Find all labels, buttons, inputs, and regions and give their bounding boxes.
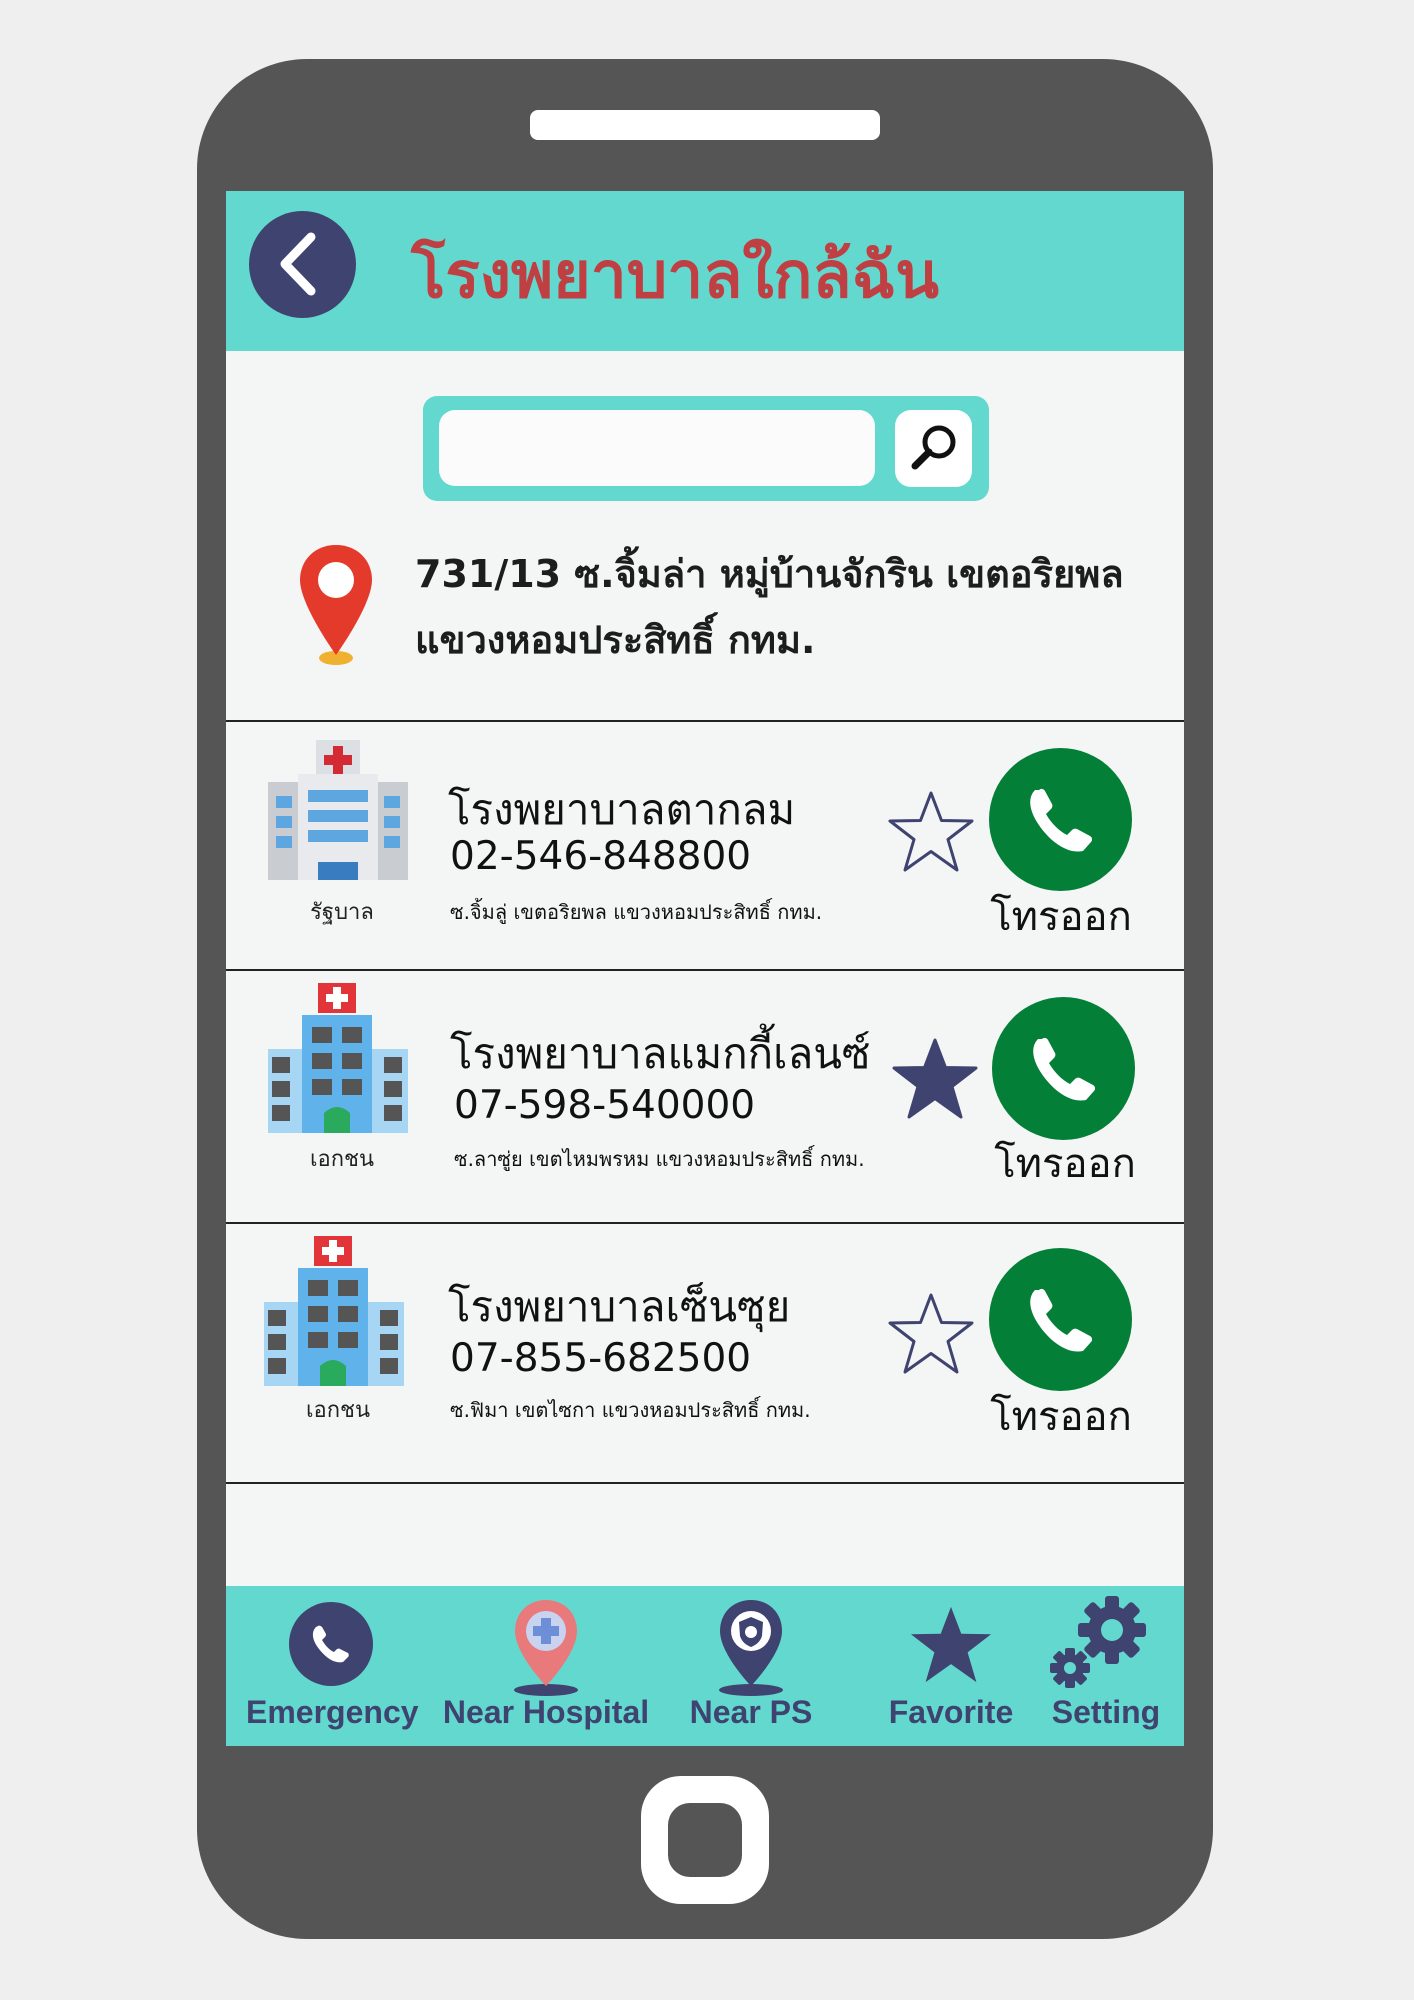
hospital-phone: 07-855-682500	[450, 1336, 752, 1381]
hospital-card[interactable]: รัฐบาล โรงพยาบาลตากลม 02-546-848800 ซ.จิ…	[226, 722, 1184, 967]
search-button[interactable]	[895, 410, 972, 487]
page-title: โรงพยาบาลใกล้ฉัน	[411, 239, 939, 313]
phone-icon	[1033, 1037, 1096, 1101]
hospital-phone: 02-546-848800	[450, 834, 752, 879]
hospital-phone: 07-598-540000	[454, 1083, 756, 1128]
hospital-address: ซ.ลาซู่ย เขตไหมพรหม แขวงหอมประสิทธิ์ กทม…	[454, 1147, 865, 1171]
hospital-card[interactable]: เอกชน โรงพยาบาลเซ็นซุย 07-855-682500 ซ.ฟ…	[226, 1224, 1184, 1474]
private-hospital-icon	[264, 1236, 404, 1386]
police-pin-icon	[719, 1600, 783, 1696]
nav-emergency[interactable]: Emergency	[246, 1586, 419, 1746]
home-button[interactable]	[641, 1776, 769, 1904]
current-address: 731/13 ซ.จิ้มล่า หมู่บ้านจักริน เขตอริยพ…	[415, 552, 1124, 662]
nav-favorite[interactable]: Favorite	[866, 1586, 1036, 1746]
hospital-address: ซ.ฟิมา เขตไซกา แขวงหอมประสิทธิ์ กทม.	[450, 1398, 811, 1422]
favorite-star-icon[interactable]	[886, 790, 976, 876]
chevron-left-icon	[280, 232, 316, 296]
call-button[interactable]	[989, 748, 1132, 891]
hospital-address: ซ.จิ้มลู่ เขตอริยพล แขวงหอมประสิทธิ์ กทม…	[450, 900, 823, 924]
hospital-type: เอกชน	[309, 1147, 375, 1172]
favorite-star-icon[interactable]	[886, 1292, 976, 1378]
call-label[interactable]: โทรออก	[980, 1131, 1150, 1195]
nav-label: Near Hospital	[442, 1694, 650, 1730]
nav-near-ps[interactable]: Near PS	[666, 1586, 836, 1746]
home-button-inner	[668, 1803, 742, 1877]
phone-icon	[289, 1602, 373, 1686]
bottom-nav: Emergency Near Hospital Near PS Favorite…	[226, 1586, 1184, 1746]
gear-icon	[1050, 1596, 1146, 1688]
app-screen: โรงพยาบาลใกล้ฉัน 731/13 ซ.จิ้มล่า หมู่บ้…	[226, 191, 1184, 1746]
nav-label: Setting	[1051, 1694, 1161, 1730]
hospital-name: โรงพยาบาลเซ็นซุย	[448, 1282, 791, 1331]
search-input[interactable]	[439, 410, 875, 486]
hospital-type: รัฐบาล	[310, 900, 374, 925]
phone-speaker	[530, 110, 880, 140]
hospital-name: โรงพยาบาลแมกกี้เลนซ์	[450, 1029, 871, 1078]
government-hospital-icon	[268, 740, 408, 880]
nav-setting[interactable]: Setting	[1036, 1586, 1176, 1746]
call-button[interactable]	[989, 1248, 1132, 1391]
private-hospital-icon	[268, 983, 408, 1133]
phone-icon	[1030, 1288, 1093, 1352]
star-icon	[910, 1606, 992, 1683]
nav-label: Favorite	[888, 1694, 1014, 1730]
hospital-type: เอกชน	[305, 1398, 371, 1423]
search-bar	[423, 396, 989, 501]
call-button[interactable]	[992, 997, 1135, 1140]
hospital-pin-icon	[514, 1600, 578, 1696]
nav-label: Near PS	[689, 1694, 813, 1730]
nav-label: Emergency	[246, 1694, 419, 1730]
nav-near-hospital[interactable]: Near Hospital	[441, 1586, 651, 1746]
call-label[interactable]: โทรออก	[976, 884, 1146, 948]
call-label[interactable]: โทรออก	[976, 1384, 1146, 1448]
phone-icon	[1030, 788, 1093, 852]
favorite-star-icon[interactable]	[890, 1037, 980, 1123]
map-pin-icon	[300, 545, 372, 665]
search-icon	[911, 425, 956, 470]
divider	[226, 1482, 1184, 1484]
hospital-card[interactable]: เอกชน โรงพยาบาลแมกกี้เลนซ์ 07-598-540000…	[226, 971, 1184, 1221]
header-bar: โรงพยาบาลใกล้ฉัน	[226, 191, 1184, 351]
back-button[interactable]	[249, 211, 356, 318]
